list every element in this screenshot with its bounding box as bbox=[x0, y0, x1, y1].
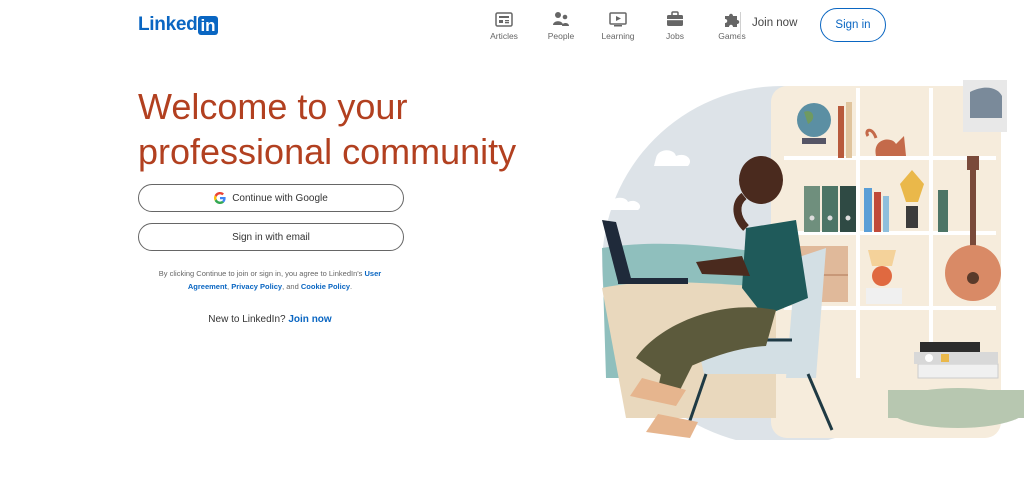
cookie-policy-link[interactable]: Cookie Policy bbox=[301, 282, 350, 291]
page-title: Welcome to your professional community bbox=[138, 84, 558, 174]
nav-label: Articles bbox=[490, 31, 518, 41]
nav-item-games[interactable]: Games bbox=[706, 10, 758, 41]
nav-divider bbox=[740, 12, 741, 38]
nav-item-articles[interactable]: Articles bbox=[478, 10, 530, 41]
puzzle-icon bbox=[722, 10, 742, 28]
nav-item-people[interactable]: People bbox=[535, 10, 587, 41]
sign-in-with-email-button[interactable]: Sign in with email bbox=[138, 223, 404, 251]
briefcase-icon bbox=[665, 10, 685, 28]
learning-icon bbox=[608, 10, 628, 28]
legal-and: , and bbox=[282, 282, 301, 291]
legal-prefix: By clicking Continue to join or sign in,… bbox=[158, 269, 365, 278]
join-now-bottom-link[interactable]: Join now bbox=[288, 314, 331, 325]
primary-nav: Articles People Learning Jobs Games bbox=[478, 10, 763, 41]
continue-with-google-button[interactable]: Continue with Google bbox=[138, 184, 404, 212]
nav-label: Learning bbox=[601, 31, 635, 41]
google-button-label: Continue with Google bbox=[232, 192, 328, 204]
linkedin-logo[interactable]: Linked in bbox=[138, 14, 218, 36]
legal-end: . bbox=[350, 282, 353, 291]
logo-wordmark: Linked bbox=[138, 14, 198, 35]
headline-line-2: professional community bbox=[138, 131, 517, 172]
email-button-label: Sign in with email bbox=[232, 231, 310, 243]
new-to-linkedin: New to LinkedIn? Join now bbox=[140, 314, 400, 325]
google-icon bbox=[214, 192, 226, 204]
nav-item-jobs[interactable]: Jobs bbox=[649, 10, 701, 41]
nav-label: Jobs bbox=[666, 31, 684, 41]
new-to-text: New to LinkedIn? bbox=[208, 314, 289, 325]
nav-label: People bbox=[547, 31, 575, 41]
sign-in-button[interactable]: Sign in bbox=[820, 8, 886, 42]
nav-item-learning[interactable]: Learning bbox=[592, 10, 644, 41]
headline-line-1: Welcome to your bbox=[138, 86, 408, 127]
join-now-link[interactable]: Join now bbox=[752, 17, 797, 29]
privacy-policy-link[interactable]: Privacy Policy bbox=[231, 282, 282, 291]
articles-icon bbox=[494, 10, 514, 28]
hero-illustration bbox=[602, 80, 1024, 440]
logo-in-box: in bbox=[198, 15, 218, 35]
top-nav-bar: Linked in Articles People Learning Jobs … bbox=[0, 0, 1024, 52]
nav-label: Games bbox=[718, 31, 746, 41]
people-icon bbox=[551, 10, 571, 28]
legal-notice: By clicking Continue to join or sign in,… bbox=[140, 267, 400, 293]
